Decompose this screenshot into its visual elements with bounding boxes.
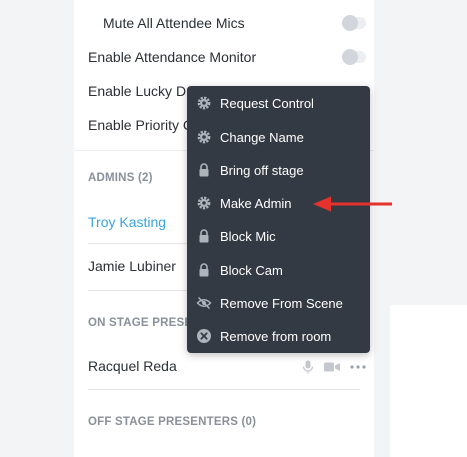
gear-icon — [196, 195, 212, 211]
presenter-name[interactable]: Racquel Reda — [88, 358, 177, 374]
menu-item-label: Block Mic — [220, 228, 276, 244]
toggle-row-priority: Enable Priority C — [88, 115, 188, 135]
toggle-row-attendance: Enable Attendance Monitor — [88, 47, 368, 67]
toggle-row-mute-all: Mute All Attendee Mics — [103, 13, 368, 33]
toggle-label: Enable Priority C — [88, 117, 188, 133]
participant-context-menu: Request Control Change Name Bring off st… — [187, 86, 370, 353]
lock-icon — [196, 162, 212, 178]
more-options-icon[interactable] — [350, 364, 366, 370]
menu-item-label: Remove From Scene — [220, 295, 343, 311]
toggle-label: Mute All Attendee Mics — [103, 15, 245, 31]
off-stage-header: OFF STAGE PRESENTERS (0) — [88, 416, 257, 428]
admins-header: ADMINS (2) — [88, 172, 153, 184]
menu-item-label: Remove from room — [220, 328, 332, 344]
menu-item-label: Make Admin — [220, 195, 292, 211]
menu-item-block-cam[interactable]: Block Cam — [187, 255, 370, 285]
gear-icon — [196, 95, 212, 111]
presenter-controls — [302, 360, 366, 374]
lock-icon — [196, 262, 212, 278]
eye-slash-icon — [196, 295, 212, 311]
lock-icon — [196, 228, 212, 244]
toggle-label: Enable Lucky Dr — [88, 83, 188, 99]
annotation-arrow-icon — [312, 195, 394, 218]
on-stage-header: ON STAGE PRESENTER — [88, 317, 188, 329]
menu-item-label: Block Cam — [220, 262, 283, 278]
menu-item-change-name[interactable]: Change Name — [187, 122, 370, 152]
menu-item-remove-from-scene[interactable]: Remove From Scene — [187, 288, 370, 318]
close-circle-icon — [196, 328, 212, 344]
menu-item-remove-from-room[interactable]: Remove from room — [187, 321, 370, 351]
toggle-row-lucky-draw: Enable Lucky Dr — [88, 81, 188, 101]
menu-item-bring-off-stage[interactable]: Bring off stage — [187, 155, 370, 185]
side-card — [390, 305, 467, 457]
toggle-knob — [342, 49, 358, 65]
attendance-toggle[interactable] — [342, 49, 366, 65]
menu-item-label: Change Name — [220, 129, 304, 145]
camera-icon[interactable] — [324, 361, 340, 373]
menu-item-request-control[interactable]: Request Control — [187, 88, 370, 118]
toggle-knob — [342, 15, 358, 31]
menu-item-label: Bring off stage — [220, 162, 304, 178]
mute-all-toggle[interactable] — [342, 15, 366, 31]
divider — [88, 389, 360, 390]
toggle-label: Enable Attendance Monitor — [88, 49, 257, 65]
mic-icon[interactable] — [302, 360, 314, 374]
admin-name[interactable]: Jamie Lubiner — [88, 258, 176, 274]
admin-name[interactable]: Troy Kasting — [88, 214, 166, 230]
menu-item-label: Request Control — [220, 95, 314, 111]
menu-item-block-mic[interactable]: Block Mic — [187, 221, 370, 251]
gear-icon — [196, 129, 212, 145]
